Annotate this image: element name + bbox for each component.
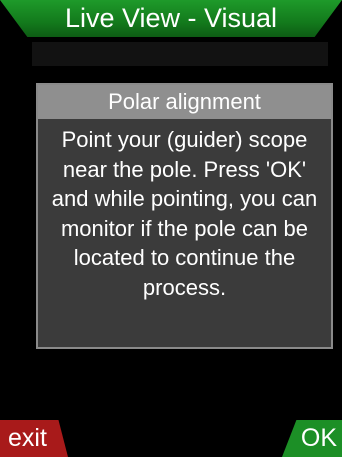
- dialog-message: Point your (guider) scope near the pole.…: [51, 127, 318, 300]
- exit-button[interactable]: exit: [0, 420, 68, 457]
- live-view-area: [32, 42, 328, 66]
- ok-button[interactable]: OK: [282, 420, 342, 457]
- dialog-title: Polar alignment: [38, 85, 331, 119]
- screen-title: Live View - Visual: [64, 3, 278, 33]
- polar-alignment-dialog: Polar alignment Point your (guider) scop…: [36, 83, 333, 349]
